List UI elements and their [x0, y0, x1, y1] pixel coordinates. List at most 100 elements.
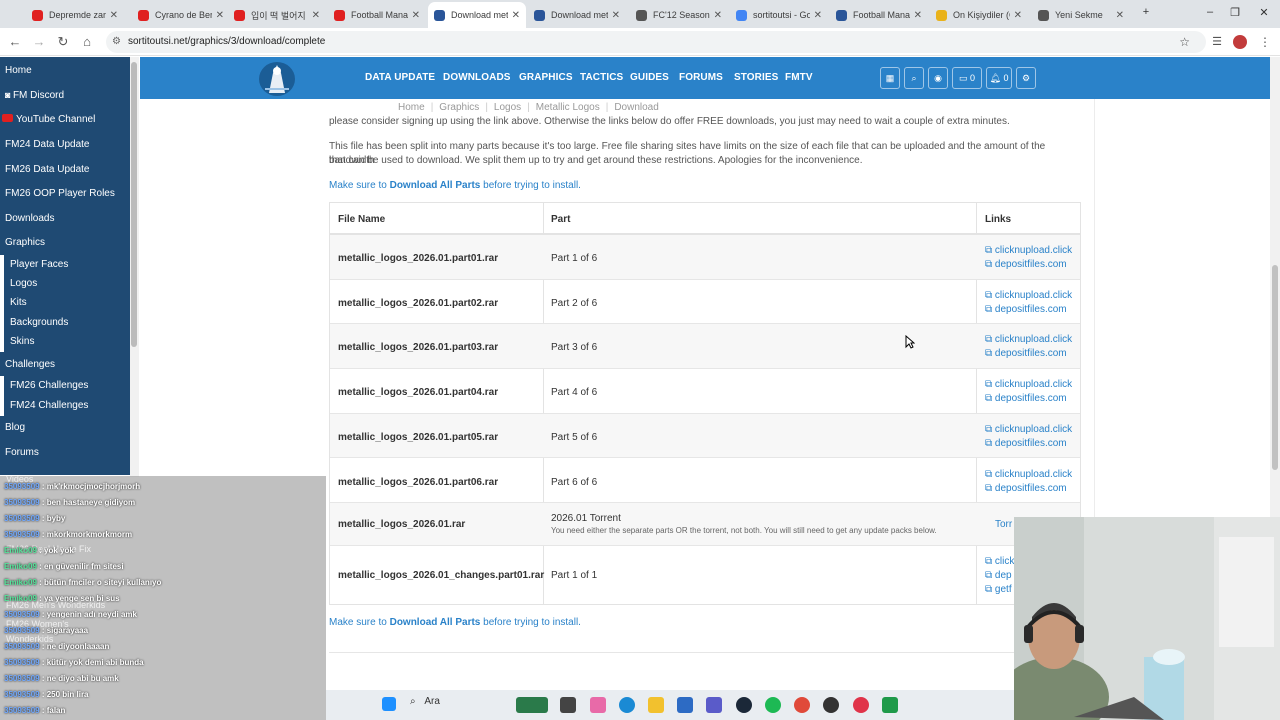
download-link-clicknupload[interactable]: ⧉ clicknupload.click	[985, 469, 1072, 480]
task-view-icon[interactable]	[560, 697, 576, 713]
browser-tab[interactable]: Download met ✕	[528, 4, 626, 26]
close-tab-icon[interactable]: ✕	[412, 10, 420, 21]
download-all-parts-link[interactable]: Download All Parts	[390, 617, 481, 628]
sidebar-sub-skins[interactable]: Skins	[0, 332, 130, 352]
sidebar-sub-backgrounds[interactable]: Backgrounds	[0, 313, 130, 333]
close-tab-icon[interactable]: ✕	[914, 10, 922, 21]
back-icon[interactable]: ←	[6, 33, 24, 51]
windows-start-icon[interactable]	[382, 697, 396, 711]
close-tab-icon[interactable]: ✕	[512, 10, 520, 21]
download-link-clicknupload[interactable]: ⧉ clicknupload.click	[985, 245, 1072, 256]
messages-button[interactable]: ▭ 0	[952, 67, 982, 89]
settings-gear-icon[interactable]: ⚙	[1016, 67, 1036, 89]
browser-tab[interactable]: FC'12 Season 2 ✕	[630, 4, 728, 26]
browser-tab[interactable]: Depremde zarar ✕	[26, 4, 124, 26]
sidebar-item-fm24-data[interactable]: FM24 Data Update	[5, 139, 90, 150]
sidebar-item-fm26-oop[interactable]: FM26 OOP Player Roles	[5, 188, 115, 199]
breadcrumb-item[interactable]: Home	[398, 102, 425, 113]
nav-item-graphics[interactable]: GRAPHICS	[519, 72, 573, 83]
store-icon[interactable]	[677, 697, 693, 713]
download-link-clicknupload[interactable]: ⧉ clicknupload.click	[985, 424, 1072, 435]
nav-item-tactics[interactable]: TACTICS	[580, 72, 623, 83]
browser-tab[interactable]: Yeni Sekme ✕	[1032, 4, 1130, 26]
nav-item-data-update[interactable]: DATA UPDATE	[365, 72, 435, 83]
sidebar-sub-fm26-challenges[interactable]: FM26 Challenges	[0, 376, 130, 396]
spotify-icon[interactable]	[765, 697, 781, 713]
sidebar-item-challenges[interactable]: Challenges	[5, 359, 55, 370]
close-tab-icon[interactable]: ✕	[110, 10, 118, 21]
close-tab-icon[interactable]: ✕	[1014, 10, 1022, 21]
sidebar-item-youtube[interactable]: YouTube Channel	[2, 114, 95, 125]
alerts-button[interactable]: 🔔︎ 0	[986, 67, 1012, 89]
browser-tab[interactable]: Football Manag ✕	[328, 4, 426, 26]
rss-icon[interactable]: ◉	[928, 67, 948, 89]
browser-tab[interactable]: Cyrano de Berg ✕	[132, 4, 230, 26]
browser-tab[interactable]: Download met ✕	[428, 2, 526, 28]
nav-item-stories[interactable]: STORIES	[734, 72, 778, 83]
teams-icon[interactable]	[706, 697, 722, 713]
download-link-depositfiles[interactable]: ⧉ depositfiles.com	[985, 438, 1067, 449]
close-tab-icon[interactable]: ✕	[714, 10, 722, 21]
sidebar-item-discord[interactable]: ◙ FM Discord	[5, 90, 64, 101]
download-link-clicknupload[interactable]: ⧉ clicknupload.click	[985, 334, 1072, 345]
chrome-icon[interactable]	[794, 697, 810, 713]
download-link-depositfiles[interactable]: ⧉ depositfiles.com	[985, 348, 1067, 359]
sidebar-sub-logos[interactable]: Logos	[0, 274, 130, 294]
new-tab-button[interactable]: +	[1139, 6, 1153, 18]
search-icon[interactable]: ⌕	[904, 67, 924, 89]
nav-item-guides[interactable]: GUIDES	[630, 72, 669, 83]
address-bar[interactable]: ⚙ sortitoutsi.net/graphics/3/download/co…	[106, 31, 1206, 53]
sidebar-item-graphics[interactable]: Graphics	[5, 237, 45, 248]
nav-item-fmtv[interactable]: FMTV	[785, 72, 813, 83]
page-scrollbar-thumb[interactable]	[1272, 265, 1278, 470]
torrent-link[interactable]: Torr	[995, 519, 1012, 530]
sidebar-scrollbar-thumb[interactable]	[131, 62, 137, 347]
breadcrumb-item[interactable]: Metallic Logos	[536, 102, 600, 113]
nav-item-forums[interactable]: FORUMS	[679, 72, 723, 83]
sidebar-item-blog[interactable]: Blog	[5, 422, 25, 433]
download-link-clicknupload[interactable]: ⧉ clicknupload.click	[985, 290, 1072, 301]
close-tab-icon[interactable]: ✕	[612, 10, 620, 21]
close-tab-icon[interactable]: ✕	[216, 10, 224, 21]
obs-icon[interactable]	[823, 697, 839, 713]
download-link-depositfiles[interactable]: ⧉ depositfiles.com	[985, 483, 1067, 494]
sidebar-item-downloads[interactable]: Downloads	[5, 213, 54, 224]
browser-tab[interactable]: 입이 떡 벌어지 ✕	[228, 4, 326, 26]
home-icon[interactable]: ⌂	[78, 33, 96, 51]
changes-link-1[interactable]: ⧉ click	[985, 556, 1014, 567]
download-all-parts-link[interactable]: Download All Parts	[390, 180, 481, 191]
sidebar-sub-player-faces[interactable]: Player Faces	[0, 255, 130, 275]
browser-tab[interactable]: Football Manag ✕	[830, 4, 928, 26]
excel-icon[interactable]	[882, 697, 898, 713]
sidebar-item-home[interactable]: Home	[5, 65, 32, 76]
changes-link-2[interactable]: ⧉ dep	[985, 570, 1012, 581]
grid-icon[interactable]: ▦	[880, 67, 900, 89]
bookmark-star-icon[interactable]: ☆	[1179, 31, 1190, 53]
browser-menu-icon[interactable]: ⋮	[1256, 33, 1274, 51]
reading-list-icon[interactable]: ☰	[1208, 33, 1226, 51]
reload-icon[interactable]: ↻	[54, 33, 72, 51]
steam-icon[interactable]	[736, 697, 752, 713]
forward-icon[interactable]: →	[30, 33, 48, 51]
nav-item-downloads[interactable]: DOWNLOADS	[443, 72, 511, 83]
browser-tab[interactable]: sortitoutsi - Go ✕	[730, 4, 828, 26]
close-window-button[interactable]: ✕	[1257, 6, 1271, 19]
minimize-button[interactable]: –	[1203, 6, 1217, 18]
taskbar-search[interactable]: ⌕ Ara	[410, 696, 440, 707]
sidebar-item-forums[interactable]: Forums	[5, 447, 39, 458]
profile-avatar[interactable]	[1233, 35, 1247, 49]
download-link-depositfiles[interactable]: ⧉ depositfiles.com	[985, 259, 1067, 270]
close-tab-icon[interactable]: ✕	[312, 10, 320, 21]
site-logo[interactable]	[255, 59, 299, 99]
opera-icon[interactable]	[853, 697, 869, 713]
browser-tab[interactable]: On Kişiydiler (C ✕	[930, 4, 1028, 26]
download-link-depositfiles[interactable]: ⧉ depositfiles.com	[985, 304, 1067, 315]
file-explorer-icon[interactable]	[648, 697, 664, 713]
edge-icon[interactable]	[619, 697, 635, 713]
copilot-icon[interactable]	[590, 697, 606, 713]
site-info-icon[interactable]: ⚙	[112, 31, 121, 53]
sidebar-item-fm26-data[interactable]: FM26 Data Update	[5, 164, 90, 175]
sidebar-sub-fm24-challenges[interactable]: FM24 Challenges	[0, 396, 130, 416]
sidebar-sub-kits[interactable]: Kits	[0, 293, 130, 313]
breadcrumb-item[interactable]: Logos	[494, 102, 521, 113]
